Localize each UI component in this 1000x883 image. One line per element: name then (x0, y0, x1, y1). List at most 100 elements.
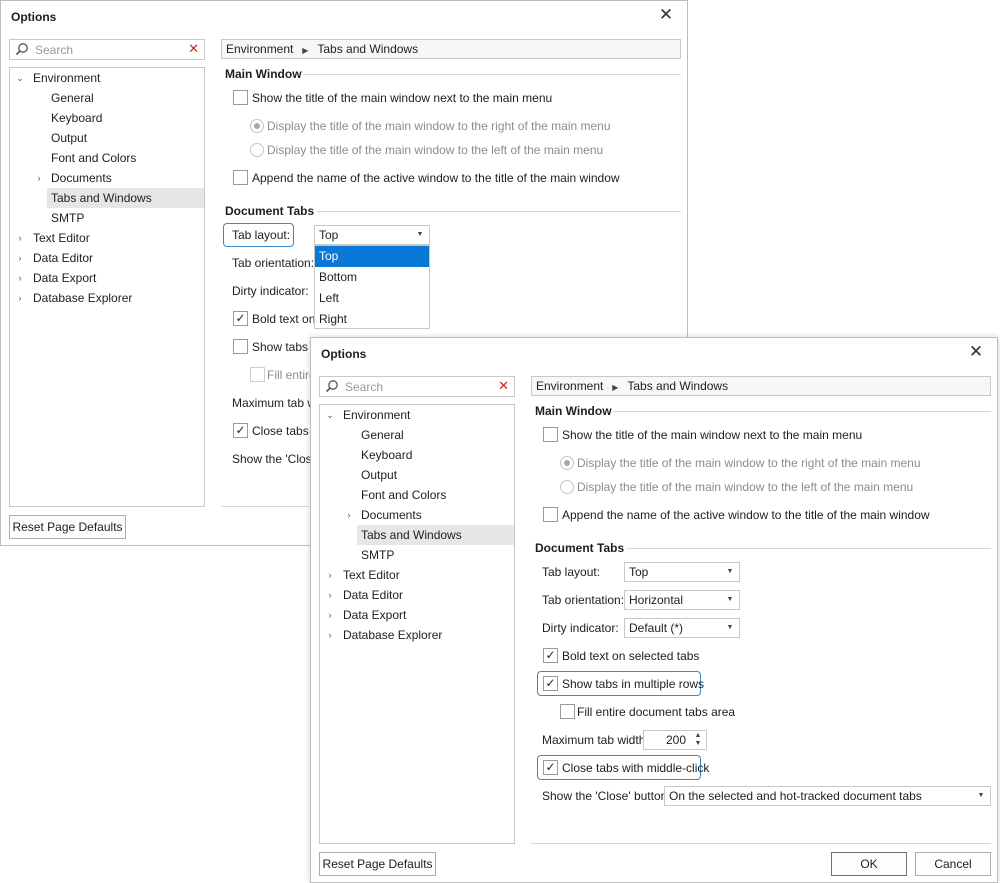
chevron-right-icon[interactable]: › (324, 605, 336, 625)
search-placeholder: Search (35, 43, 74, 57)
chevron-right-icon[interactable]: › (343, 505, 355, 525)
breadcrumb-item[interactable]: Environment (226, 42, 293, 56)
append-name-checkbox[interactable] (233, 170, 248, 185)
chevron-down-icon[interactable]: ▼ (975, 787, 987, 805)
tree-item-text-editor[interactable]: Text Editor (33, 228, 90, 248)
tree-item-database-explorer[interactable]: Database Explorer (33, 288, 132, 308)
tab-orientation-value: Horizontal (629, 593, 684, 607)
tree-item-output[interactable]: Output (51, 128, 87, 148)
tree-item-tabs-and-windows[interactable]: Tabs and Windows (357, 525, 514, 545)
multiple-rows-checkbox[interactable] (233, 339, 248, 354)
tree-item-text-editor[interactable]: Text Editor (343, 565, 400, 585)
display-left-radio[interactable] (250, 143, 264, 157)
chevron-down-icon[interactable]: ▼ (724, 563, 736, 581)
search-placeholder: Search (345, 380, 384, 394)
display-left-radio[interactable] (560, 480, 574, 494)
breadcrumb-item: Tabs and Windows (627, 379, 729, 393)
dialog-title: Options (321, 347, 367, 361)
bold-text-checkbox[interactable]: ✓ (543, 648, 558, 663)
chevron-down-icon[interactable]: ▼ (724, 591, 736, 609)
dropdown-option-bottom[interactable]: Bottom (315, 267, 429, 288)
chevron-right-icon[interactable]: › (324, 625, 336, 645)
search-input[interactable]: Search ✕ (9, 39, 205, 60)
append-name-label: Append the name of the active window to … (252, 171, 620, 185)
chevron-down-icon[interactable]: ⌄ (14, 68, 26, 88)
middle-click-checkbox[interactable]: ✓ (543, 760, 558, 775)
reset-page-defaults-button[interactable]: Reset Page Defaults (319, 852, 436, 876)
dropdown-option-right[interactable]: Right (315, 309, 429, 330)
tab-layout-select[interactable]: Top ▼ (314, 225, 430, 245)
section-divider (303, 74, 681, 75)
show-title-checkbox[interactable] (543, 427, 558, 442)
display-right-radio[interactable] (250, 119, 264, 133)
fill-area-checkbox[interactable] (560, 704, 575, 719)
dirty-indicator-select[interactable]: Default (*) ▼ (624, 618, 740, 638)
clear-search-icon[interactable]: ✕ (188, 41, 199, 57)
tab-layout-select[interactable]: Top ▼ (624, 562, 740, 582)
options-tree: ⌄ Environment General Keyboard Output Fo… (319, 404, 515, 844)
ok-button[interactable]: OK (831, 852, 907, 876)
search-icon (15, 43, 28, 56)
tree-item-data-export[interactable]: Data Export (33, 268, 96, 288)
display-left-label: Display the title of the main window to … (267, 143, 604, 157)
chevron-right-icon[interactable]: › (324, 585, 336, 605)
middle-click-checkbox[interactable]: ✓ (233, 423, 248, 438)
tree-item-general[interactable]: General (51, 88, 94, 108)
max-tab-width-spinner[interactable]: 200 ▲ ▼ (643, 730, 707, 750)
chevron-right-icon[interactable]: › (14, 248, 26, 268)
breadcrumb-item[interactable]: Environment (536, 379, 603, 393)
cancel-button[interactable]: Cancel (915, 852, 991, 876)
tree-item-data-editor[interactable]: Data Editor (343, 585, 403, 605)
tree-item-general[interactable]: General (361, 425, 404, 445)
tree-item-keyboard[interactable]: Keyboard (361, 445, 412, 465)
tree-item-data-export[interactable]: Data Export (343, 605, 406, 625)
chevron-down-icon[interactable]: ▼ (724, 619, 736, 637)
multiple-rows-checkbox[interactable]: ✓ (543, 676, 558, 691)
options-dialog-front: Options ✕ Search ✕ ⌄ Environment General… (310, 337, 998, 883)
dropdown-option-top[interactable]: Top (315, 246, 429, 267)
tree-item-smtp[interactable]: SMTP (361, 545, 394, 565)
dropdown-option-left[interactable]: Left (315, 288, 429, 309)
append-name-checkbox[interactable] (543, 507, 558, 522)
tree-item-font-and-colors[interactable]: Font and Colors (51, 148, 136, 168)
chevron-right-icon[interactable]: › (14, 268, 26, 288)
search-icon (325, 380, 338, 393)
tree-item-documents[interactable]: Documents (51, 168, 112, 188)
tab-orientation-select[interactable]: Horizontal ▼ (624, 590, 740, 610)
tree-item-environment[interactable]: Environment (343, 405, 410, 425)
chevron-right-icon[interactable]: › (33, 168, 45, 188)
tree-item-environment[interactable]: Environment (33, 68, 100, 88)
spin-arrows-icon[interactable]: ▲ ▼ (692, 732, 704, 748)
bold-text-checkbox[interactable]: ✓ (233, 311, 248, 326)
footer-divider (531, 843, 991, 844)
close-button-select[interactable]: On the selected and hot-tracked document… (664, 786, 991, 806)
tree-item-smtp[interactable]: SMTP (51, 208, 84, 228)
tab-layout-label: Tab layout: (232, 228, 291, 242)
search-input[interactable]: Search ✕ (319, 376, 515, 397)
bold-text-label: Bold text on selected tabs (562, 649, 700, 663)
append-name-label: Append the name of the active window to … (562, 508, 930, 522)
tree-item-font-and-colors[interactable]: Font and Colors (361, 485, 446, 505)
tab-orientation-label: Tab orientation: (542, 593, 625, 607)
display-right-radio[interactable] (560, 456, 574, 470)
show-title-checkbox[interactable] (233, 90, 248, 105)
tree-item-documents[interactable]: Documents (361, 505, 422, 525)
chevron-down-icon[interactable]: ⌄ (324, 405, 336, 425)
chevron-down-icon[interactable]: ▼ (414, 226, 426, 244)
reset-page-defaults-button[interactable]: Reset Page Defaults (9, 515, 126, 539)
tree-item-output[interactable]: Output (361, 465, 397, 485)
chevron-right-icon[interactable]: › (14, 228, 26, 248)
tree-item-keyboard[interactable]: Keyboard (51, 108, 102, 128)
fill-area-label: Fill entire (267, 368, 316, 382)
show-title-label: Show the title of the main window next t… (252, 91, 553, 105)
fill-area-checkbox[interactable] (250, 367, 265, 382)
tree-item-database-explorer[interactable]: Database Explorer (343, 625, 442, 645)
tree-item-tabs-and-windows[interactable]: Tabs and Windows (47, 188, 204, 208)
breadcrumb-chevron-icon: ▶ (612, 383, 619, 392)
clear-search-icon[interactable]: ✕ (498, 378, 509, 394)
chevron-right-icon[interactable]: › (14, 288, 26, 308)
close-icon[interactable]: ✕ (657, 6, 675, 24)
tree-item-data-editor[interactable]: Data Editor (33, 248, 93, 268)
close-icon[interactable]: ✕ (967, 343, 985, 361)
chevron-right-icon[interactable]: › (324, 565, 336, 585)
